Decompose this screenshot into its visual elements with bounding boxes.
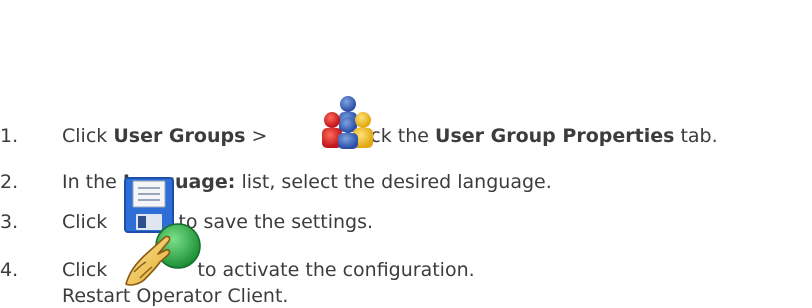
step-1-text: Click User Groups > . Click the User Gro… (62, 124, 718, 148)
step-2-intro-text: In the (62, 171, 123, 193)
user-groups-label: User Groups (113, 125, 246, 147)
step-4-click-text: Click (62, 259, 114, 281)
step-1-separator: > (245, 125, 274, 147)
step-1: 1. Click User Groups > . Click the User … (0, 124, 812, 148)
restart-operator-client-text: Restart Operator Client. (62, 285, 289, 307)
step-3-click-text: Click (62, 211, 114, 233)
step-1-click-text: Click (62, 125, 114, 147)
user-groups-icon (322, 96, 373, 149)
step-4-number: 4. (0, 259, 19, 281)
step-1-tab-text: tab. (674, 125, 718, 147)
step-2: 2. In the Language: list, select the des… (0, 170, 812, 194)
user-group-properties-label: User Group Properties (435, 125, 675, 147)
step-2-number: 2. (0, 171, 19, 193)
step-4-rest-text: to activate the configuration. (191, 259, 475, 281)
activate-icon (125, 223, 201, 286)
step-2-rest-text: list, select the desired language. (235, 171, 552, 193)
step-1-number: 1. (0, 125, 19, 147)
step-3-text: Click to save the settings. (62, 210, 373, 234)
step-3-number: 3. (0, 211, 19, 233)
